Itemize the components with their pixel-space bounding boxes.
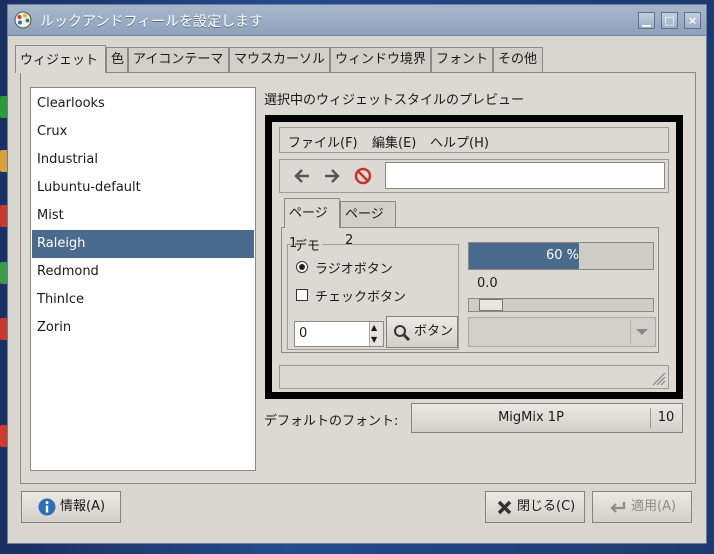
preview-text-entry[interactable] [385, 162, 665, 189]
list-item[interactable]: Industrial [32, 146, 254, 174]
maximize-button[interactable]: □ [661, 12, 678, 29]
spin-down-icon[interactable]: ▼ [371, 335, 377, 345]
list-item[interactable]: ThinIce [32, 286, 254, 314]
menu-help[interactable]: ヘルプ(H) [430, 132, 489, 151]
menu-file[interactable]: ファイル(F) [288, 132, 358, 151]
list-item[interactable]: Redmond [32, 258, 254, 286]
list-item[interactable]: Zorin [32, 314, 254, 342]
list-item-selected[interactable]: Raleigh [32, 230, 254, 258]
apply-arrow-icon [610, 502, 626, 513]
tab-color[interactable]: 色 [106, 47, 128, 72]
apply-button-label: 適用(A) [631, 499, 677, 514]
preview-menubar: ファイル(F) 編集(E) ヘルプ(H) [279, 127, 669, 153]
minimize-button[interactable]: ▁ [638, 12, 655, 29]
progress-text: 60 % [545, 248, 579, 263]
tab-font[interactable]: フォント [431, 47, 493, 72]
tab-mouse-cursor[interactable]: マウスカーソル [229, 47, 330, 72]
preview-area: ファイル(F) 編集(E) ヘルプ(H) ページ1 ページ2 デモ ラジオボタン… [272, 122, 676, 392]
list-item[interactable]: Crux [32, 118, 254, 146]
tab-window-border[interactable]: ウィンドウ境界 [330, 47, 431, 72]
list-item[interactable]: Clearlooks [32, 90, 254, 118]
preview-frame: ファイル(F) 編集(E) ヘルプ(H) ページ1 ページ2 デモ ラジオボタン… [265, 115, 683, 399]
lxappearance-window: ルックアンドフィールを設定します ▁ □ × ウィジェット 色 アイコンテーマ … [7, 4, 707, 544]
forward-arrow-icon[interactable] [324, 169, 340, 183]
check-button[interactable] [296, 289, 308, 301]
appearance-app-icon [14, 11, 32, 29]
back-arrow-icon[interactable] [294, 169, 310, 183]
close-button-label: 閉じる(C) [517, 499, 576, 514]
spin-arrows[interactable]: ▲ ▼ [369, 322, 383, 346]
info-icon [38, 498, 56, 516]
spin-button[interactable]: 0 ▲ ▼ [294, 321, 384, 347]
chevron-down-icon[interactable] [630, 320, 653, 344]
list-item[interactable]: Lubuntu-default [32, 174, 254, 202]
preview-tab-page2[interactable]: ページ2 [340, 201, 396, 248]
widget-theme-list[interactable]: Clearlooks Crux Industrial Lubuntu-defau… [30, 87, 256, 471]
menu-edit[interactable]: 編集(E) [372, 132, 416, 151]
spin-up-icon[interactable]: ▲ [371, 323, 377, 333]
resize-grip-icon[interactable] [650, 370, 666, 386]
scale-value: 0.0 [477, 276, 498, 291]
default-font-label: デフォルトのフォント: [264, 414, 399, 429]
about-button[interactable]: 情報(A) [21, 491, 121, 523]
horizontal-scale[interactable] [468, 298, 654, 312]
search-button-label: ボタン [414, 324, 454, 339]
title-bar[interactable]: ルックアンドフィールを設定します ▁ □ × [8, 5, 706, 36]
search-button[interactable]: ボタン [386, 316, 458, 348]
font-name: MigMix 1P [498, 410, 564, 425]
close-button[interactable]: 閉じる(C) [485, 491, 585, 523]
list-item[interactable]: Mist [32, 202, 254, 230]
close-x-icon [497, 500, 512, 515]
scale-thumb[interactable] [479, 299, 503, 311]
close-window-button[interactable]: × [684, 12, 701, 29]
combo-box[interactable] [468, 317, 656, 347]
window-title: ルックアンドフィールを設定します [40, 14, 264, 30]
check-label: チェックボタン [315, 290, 407, 305]
radio-button[interactable] [296, 261, 308, 273]
preview-heading: 選択中のウィジェットスタイルのプレビュー [264, 93, 525, 108]
font-chooser-button[interactable]: MigMix 1P 10 [411, 403, 683, 433]
stop-icon[interactable] [354, 167, 372, 185]
progress-bar: 60 % [468, 242, 654, 270]
tab-icon-theme[interactable]: アイコンテーマ [128, 47, 229, 72]
tab-widget[interactable]: ウィジェット [15, 45, 106, 73]
about-button-label: 情報(A) [60, 499, 106, 514]
spin-value: 0 [299, 326, 308, 341]
preview-statusbar [279, 365, 669, 389]
magnifier-icon [394, 325, 411, 342]
apply-button[interactable]: 適用(A) [592, 491, 692, 523]
tab-other[interactable]: その他 [493, 47, 543, 72]
preview-tab-page1[interactable]: ページ1 [284, 198, 340, 251]
font-size: 10 [657, 410, 675, 425]
radio-label: ラジオボタン [315, 262, 393, 277]
